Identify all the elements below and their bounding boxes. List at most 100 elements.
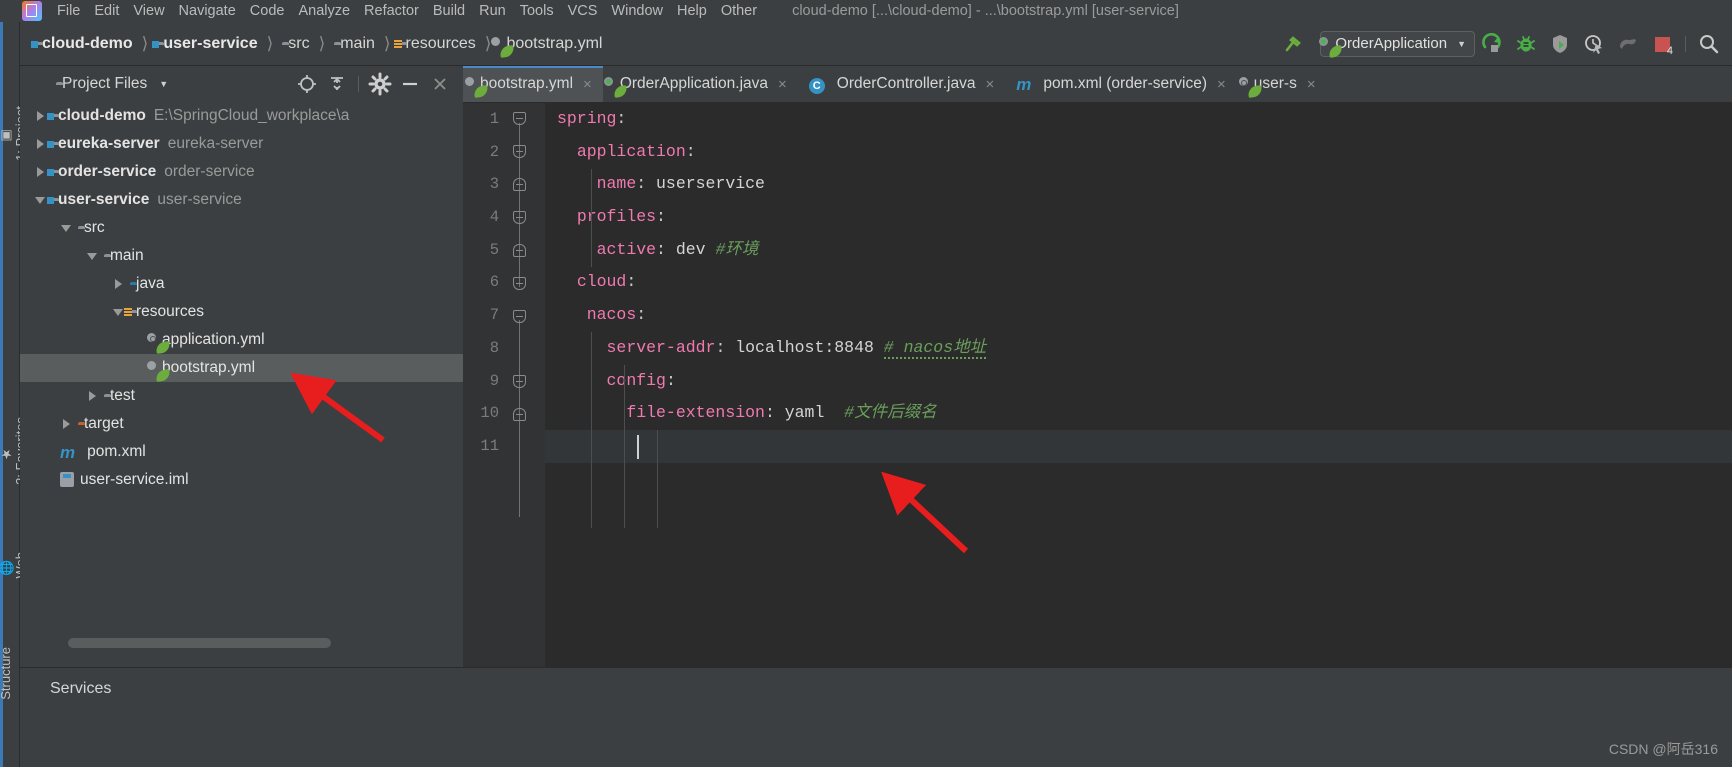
code-line-11[interactable]: [545, 429, 1732, 463]
breadcrumb-item-src[interactable]: src: [282, 35, 309, 53]
debug-icon[interactable]: [1514, 32, 1538, 56]
fold-marker-file-extension[interactable]: [513, 408, 526, 421]
menu-item-help[interactable]: Help: [670, 0, 714, 22]
tree-row-test[interactable]: test: [20, 382, 463, 410]
fold-marker-spring[interactable]: [513, 112, 526, 125]
tree-row-order-service[interactable]: order-service order-service: [20, 158, 463, 186]
tree-row-user-service-iml[interactable]: user-service.iml: [20, 466, 463, 494]
fold-marker-active[interactable]: [513, 244, 526, 257]
tree-row-bootstrap-yml[interactable]: bootstrap.yml: [20, 354, 463, 382]
chevron-right-icon[interactable]: [34, 137, 48, 151]
breadcrumb-item-resources[interactable]: resources: [400, 35, 476, 53]
tree-row-src[interactable]: src: [20, 214, 463, 242]
hide-panel-icon[interactable]: [397, 71, 423, 97]
menu-item-refactor[interactable]: Refactor: [357, 0, 426, 22]
chevron-down-icon[interactable]: [34, 193, 48, 207]
profiler-icon[interactable]: [1582, 32, 1606, 56]
code-line-7[interactable]: nacos:: [545, 299, 1732, 332]
menu-item-run[interactable]: Run: [472, 0, 513, 22]
code-folding-column[interactable]: [509, 103, 531, 667]
code-line-5[interactable]: active: dev #环境: [545, 234, 1732, 267]
code-line-3[interactable]: name: userservice: [545, 168, 1732, 201]
chevron-right-icon[interactable]: [86, 389, 100, 403]
menu-item-other[interactable]: Other: [714, 0, 764, 22]
fold-marker-config[interactable]: [513, 375, 526, 388]
code-line-9[interactable]: config:: [545, 365, 1732, 398]
close-icon[interactable]: ×: [1217, 76, 1226, 93]
fold-marker-cloud[interactable]: [513, 277, 526, 290]
code-line-4[interactable]: profiles:: [545, 201, 1732, 234]
locate-target-icon[interactable]: [294, 71, 320, 97]
sidebar-item-structure[interactable]: Structure: [0, 647, 18, 700]
code-line-6[interactable]: cloud:: [545, 266, 1732, 299]
sidebar-item-favorites[interactable]: ★ 2: Favorites: [0, 417, 28, 485]
services-tool-window-button[interactable]: Services: [20, 668, 111, 698]
menu-item-tools[interactable]: Tools: [513, 0, 561, 22]
stop-icon[interactable]: 4: [1650, 32, 1674, 57]
tab-orderapplication-java[interactable]: OrderApplication.java ×: [603, 66, 798, 102]
code-line-1[interactable]: spring:: [545, 103, 1732, 136]
close-icon[interactable]: ×: [985, 76, 994, 93]
menu-item-navigate[interactable]: Navigate: [172, 0, 243, 22]
tree-row-resources[interactable]: resources: [20, 298, 463, 326]
editor-gutter[interactable]: 1 2 3 4 5 6 7 8 9 10 11: [463, 103, 545, 667]
fold-marker-name[interactable]: [513, 178, 526, 191]
search-everywhere-icon[interactable]: [1697, 32, 1721, 56]
menu-item-file[interactable]: File: [50, 0, 87, 22]
menu-item-analyze[interactable]: Analyze: [291, 0, 357, 22]
breadcrumb-item-main[interactable]: main: [334, 35, 375, 53]
tree-row-main[interactable]: main: [20, 242, 463, 270]
sidebar-item-web[interactable]: 🌐 Web: [0, 552, 28, 579]
project-panel-title[interactable]: Project Files: [62, 75, 147, 93]
project-tree-horizontal-scrollbar[interactable]: [68, 638, 331, 648]
code-line-10[interactable]: file-extension: yaml #文件后缀名: [545, 397, 1732, 430]
tree-row-target[interactable]: target: [20, 410, 463, 438]
attach-to-process-icon[interactable]: [1616, 32, 1640, 56]
build-hammer-icon[interactable]: [1281, 32, 1305, 56]
close-icon[interactable]: ×: [583, 76, 592, 93]
tree-row-application-yml[interactable]: application.yml: [20, 326, 463, 354]
sidebar-item-project[interactable]: ▣ 1: Project: [0, 106, 28, 161]
chevron-down-icon[interactable]: [86, 249, 100, 263]
run-icon[interactable]: [1480, 32, 1504, 56]
run-configuration-selector[interactable]: OrderApplication ▼: [1319, 30, 1475, 58]
project-tree[interactable]: cloud-demo E:\SpringCloud_workplace\a eu…: [20, 102, 463, 667]
menu-item-window[interactable]: Window: [604, 0, 670, 22]
menu-item-build[interactable]: Build: [426, 0, 472, 22]
code-editor[interactable]: 1 2 3 4 5 6 7 8 9 10 11 spring: applicat…: [463, 103, 1732, 667]
code-text-area[interactable]: spring: application: name: userservice p…: [545, 103, 1732, 667]
menu-item-view[interactable]: View: [126, 0, 171, 22]
tab-ordercontroller-java[interactable]: C OrderController.java ×: [798, 66, 1005, 102]
fold-marker-nacos[interactable]: [513, 310, 526, 323]
menu-item-code[interactable]: Code: [243, 0, 292, 22]
tree-row-pom-xml[interactable]: m pom.xml: [20, 438, 463, 466]
code-line-2[interactable]: application:: [545, 136, 1732, 169]
tab-bootstrap-yml[interactable]: bootstrap.yml ×: [463, 66, 603, 102]
tab-user-service[interactable]: user-s ×: [1237, 66, 1327, 102]
chevron-right-icon[interactable]: [60, 417, 74, 431]
chevron-right-icon[interactable]: [34, 165, 48, 179]
tab-pom-xml-order-service[interactable]: m pom.xml (order-service) ×: [1005, 66, 1237, 102]
chevron-down-icon[interactable]: [60, 221, 74, 235]
menu-item-vcs[interactable]: VCS: [561, 0, 605, 22]
close-icon[interactable]: ×: [778, 76, 787, 93]
close-icon[interactable]: ×: [1307, 76, 1316, 93]
fold-marker-application[interactable]: [513, 145, 526, 158]
collapse-all-icon[interactable]: [324, 71, 350, 97]
breadcrumb-item-cloud-demo[interactable]: cloud-demo: [36, 35, 133, 53]
breadcrumb-item-user-service[interactable]: user-service: [157, 35, 257, 53]
tree-row-cloud-demo[interactable]: cloud-demo E:\SpringCloud_workplace\a: [20, 102, 463, 130]
chevron-down-icon[interactable]: ▼: [159, 79, 168, 89]
close-panel-icon[interactable]: [427, 71, 453, 97]
breadcrumb-item-bootstrap-yml[interactable]: bootstrap.yml: [491, 35, 602, 58]
tree-row-user-service[interactable]: user-service user-service: [20, 186, 463, 214]
chevron-right-icon[interactable]: [112, 277, 126, 291]
run-with-coverage-icon[interactable]: [1548, 32, 1572, 56]
fold-marker-profiles[interactable]: [513, 211, 526, 224]
tree-row-java[interactable]: java: [20, 270, 463, 298]
settings-gear-icon[interactable]: [367, 71, 393, 97]
code-line-8[interactable]: server-addr: localhost:8848 # nacos地址: [545, 332, 1732, 365]
chevron-right-icon[interactable]: [34, 109, 48, 123]
tree-row-eureka-server[interactable]: eureka-server eureka-server: [20, 130, 463, 158]
menu-item-edit[interactable]: Edit: [87, 0, 126, 22]
